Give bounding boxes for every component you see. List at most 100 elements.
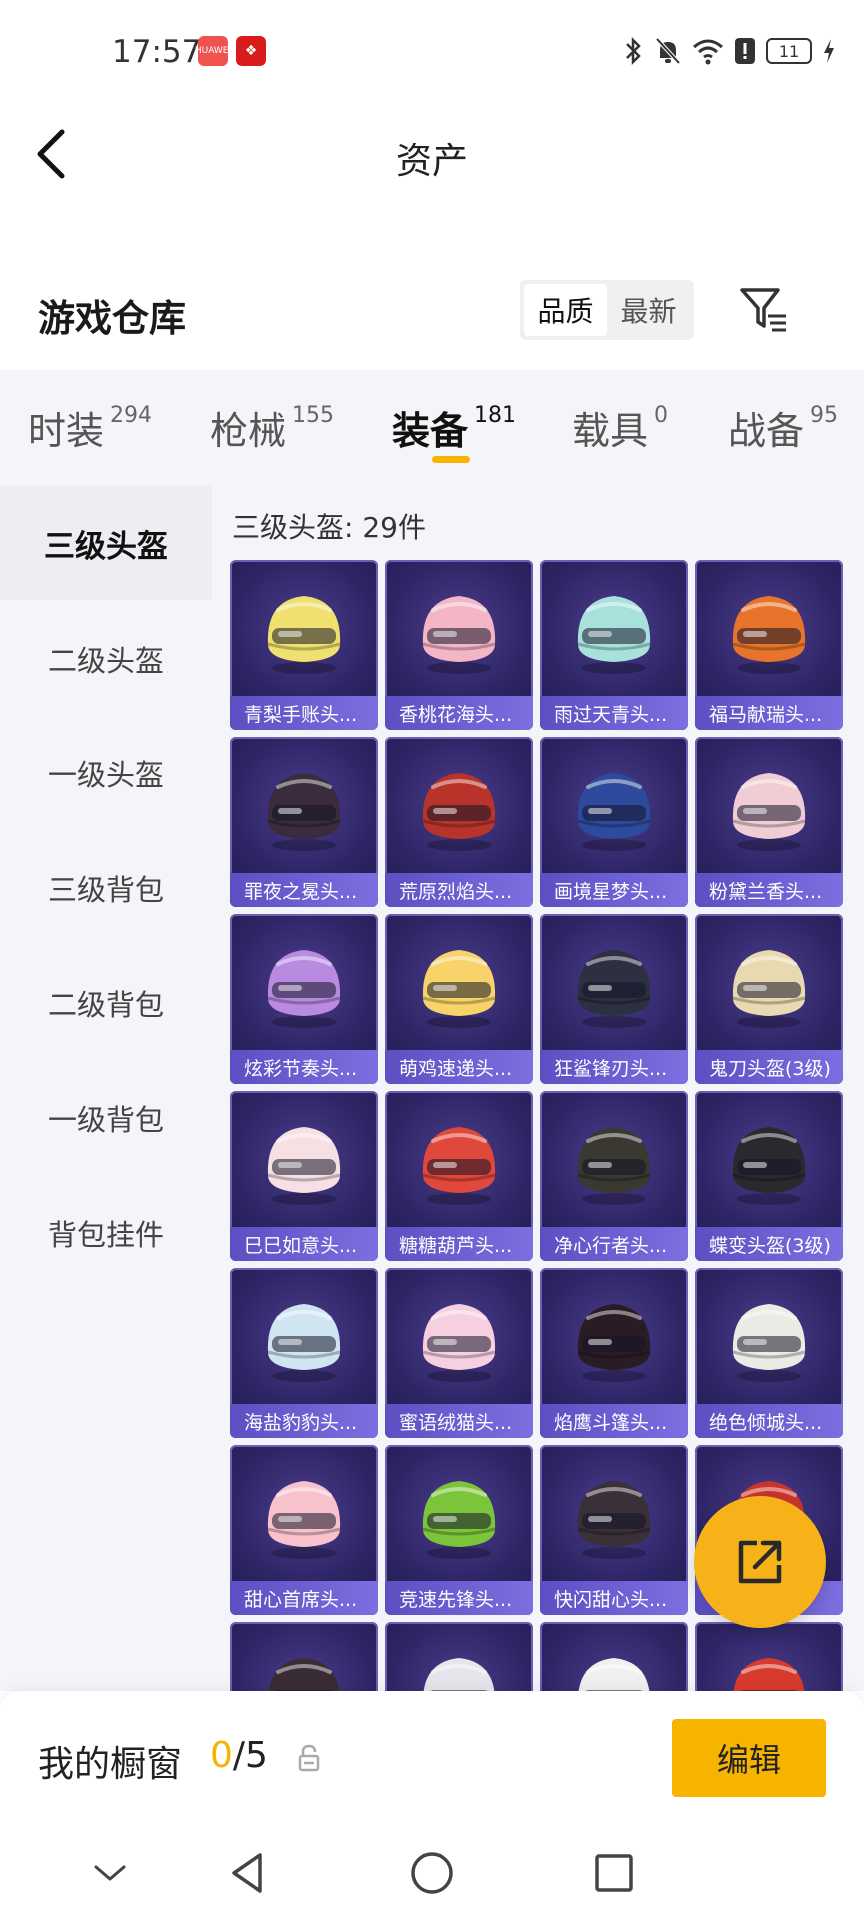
sidebar-item-backpack-charm[interactable]: 背包挂件 <box>0 1176 212 1290</box>
item-card[interactable]: 罪夜之冕头... <box>230 737 378 907</box>
sidebar-item-level1-backpack[interactable]: 一级背包 <box>0 1061 212 1175</box>
tab-label: 枪械 <box>210 409 287 453</box>
item-card[interactable] <box>540 1622 688 1691</box>
item-name: 竞速先锋头... <box>385 1581 533 1615</box>
item-card[interactable]: 狂鲨锋刃头... <box>540 914 688 1084</box>
tab-label: 时装 <box>28 409 105 453</box>
tab-label: 装备 <box>392 409 469 453</box>
app-header: 资产 <box>0 104 864 204</box>
item-card[interactable] <box>230 1622 378 1691</box>
item-card[interactable]: 净心行者头... <box>540 1091 688 1261</box>
battery-icon: 11 <box>766 38 812 64</box>
sidebar-item-level3-backpack[interactable]: 三级背包 <box>0 831 212 945</box>
bluetooth-icon <box>626 36 641 66</box>
back-triangle-icon[interactable] <box>222 1847 274 1899</box>
notification-icon <box>735 38 755 64</box>
item-card[interactable]: 糖糖葫芦头... <box>385 1091 533 1261</box>
item-card[interactable]: 焰鹰斗篷头... <box>540 1268 688 1438</box>
collapse-chevron-icon[interactable] <box>84 1847 136 1899</box>
item-card[interactable]: 青梨手账头... <box>230 560 378 730</box>
helmet-icon <box>267 773 341 851</box>
helmet-icon <box>422 1304 496 1382</box>
item-name: 粉黛兰香头... <box>695 873 843 907</box>
tab-equipment[interactable]: 装备 181 <box>392 400 516 455</box>
item-card[interactable]: 快闪甜心头... <box>540 1445 688 1615</box>
sort-newest-option[interactable]: 最新 <box>607 284 690 336</box>
huawei-app-icon: HUAWEI <box>195 36 231 66</box>
helmet-icon <box>423 1658 495 1691</box>
item-name: 海盐豹豹头... <box>230 1404 378 1438</box>
item-card[interactable]: 巳巳如意头... <box>230 1091 378 1261</box>
helmet-icon <box>267 1481 341 1559</box>
showcase-current: 0 <box>210 1735 233 1776</box>
helmet-icon <box>732 596 806 674</box>
helmet-icon <box>268 1658 340 1691</box>
app-notification-icon: ❖ <box>236 36 266 66</box>
helmet-icon <box>732 1127 806 1205</box>
tab-count: 181 <box>474 403 517 429</box>
share-external-icon <box>738 1540 782 1584</box>
sidebar-item-level3-helmet[interactable]: 三级头盔 <box>0 486 212 600</box>
item-card[interactable]: 蝶变头盔(3级) <box>695 1091 843 1261</box>
item-card[interactable]: 绝色倾城头... <box>695 1268 843 1438</box>
item-card[interactable]: 萌鸡速递头... <box>385 914 533 1084</box>
item-name: 鬼刀头盔(3级) <box>695 1050 843 1084</box>
sidebar-item-level2-backpack[interactable]: 二级背包 <box>0 946 212 1060</box>
sidebar-item-level2-helmet[interactable]: 二级头盔 <box>0 602 212 716</box>
helmet-icon <box>732 950 806 1028</box>
tab-count: 95 <box>810 403 839 429</box>
charging-icon <box>824 39 834 63</box>
home-circle-icon[interactable] <box>406 1847 458 1899</box>
item-card[interactable]: 甜心首席头... <box>230 1445 378 1615</box>
edit-showcase-button[interactable]: 编辑 <box>672 1719 826 1797</box>
item-name: 香桃花海头... <box>385 696 533 730</box>
item-name: 甜心首席头... <box>230 1581 378 1615</box>
item-card[interactable]: 鬼刀头盔(3级) <box>695 914 843 1084</box>
helmet-icon <box>267 1127 341 1205</box>
helmet-icon <box>267 1304 341 1382</box>
item-card[interactable]: 炫彩节奏头... <box>230 914 378 1084</box>
item-name: 糖糖葫芦头... <box>385 1227 533 1261</box>
item-name: 巳巳如意头... <box>230 1227 378 1261</box>
item-card[interactable] <box>385 1622 533 1691</box>
item-card[interactable]: 荒原烈焰头... <box>385 737 533 907</box>
filter-list-icon[interactable] <box>736 282 792 338</box>
item-card[interactable]: 福马献瑞头... <box>695 560 843 730</box>
showcase-separator: / <box>232 1735 246 1776</box>
tab-count: 155 <box>292 403 335 429</box>
helmet-icon <box>422 950 496 1028</box>
tab-supplies[interactable]: 战备 95 <box>728 400 838 455</box>
item-card[interactable]: 画境星梦头... <box>540 737 688 907</box>
item-card[interactable]: 粉黛兰香头... <box>695 737 843 907</box>
item-name: 画境星梦头... <box>540 873 688 907</box>
item-name: 青梨手账头... <box>230 696 378 730</box>
helmet-icon <box>422 1127 496 1205</box>
tab-vehicles[interactable]: 载具 0 <box>572 400 668 455</box>
item-card[interactable]: 香桃花海头... <box>385 560 533 730</box>
item-name: 焰鹰斗篷头... <box>540 1404 688 1438</box>
tab-label: 载具 <box>572 409 649 453</box>
tab-fashion[interactable]: 时装 294 <box>28 400 152 455</box>
tab-count: 294 <box>110 403 153 429</box>
helmet-icon <box>577 950 651 1028</box>
category-tabs: 时装 294 枪械 155 装备 181 载具 0 战备 95 <box>0 370 864 486</box>
sidebar-item-level1-helmet[interactable]: 一级头盔 <box>0 716 212 830</box>
sort-quality-option[interactable]: 品质 <box>524 284 607 336</box>
mute-bell-icon <box>655 37 681 65</box>
recents-square-icon[interactable] <box>588 1847 640 1899</box>
helmet-icon <box>732 773 806 851</box>
sort-toggle: 品质 最新 <box>520 280 694 340</box>
tab-firearms[interactable]: 枪械 155 <box>210 400 334 455</box>
share-button[interactable] <box>694 1496 826 1628</box>
warehouse-title: 游戏仓库 <box>38 297 186 340</box>
tab-label: 战备 <box>728 409 805 453</box>
item-card[interactable]: 竞速先锋头... <box>385 1445 533 1615</box>
helmet-icon <box>267 596 341 674</box>
item-card[interactable]: 海盐豹豹头... <box>230 1268 378 1438</box>
item-card[interactable]: 雨过天青头... <box>540 560 688 730</box>
showcase-count: 0/5 <box>210 1735 268 1776</box>
item-card[interactable]: 蜜语绒猫头... <box>385 1268 533 1438</box>
system-nav-bar <box>0 1825 864 1920</box>
item-card[interactable] <box>695 1622 843 1691</box>
page-title: 资产 <box>395 141 468 182</box>
